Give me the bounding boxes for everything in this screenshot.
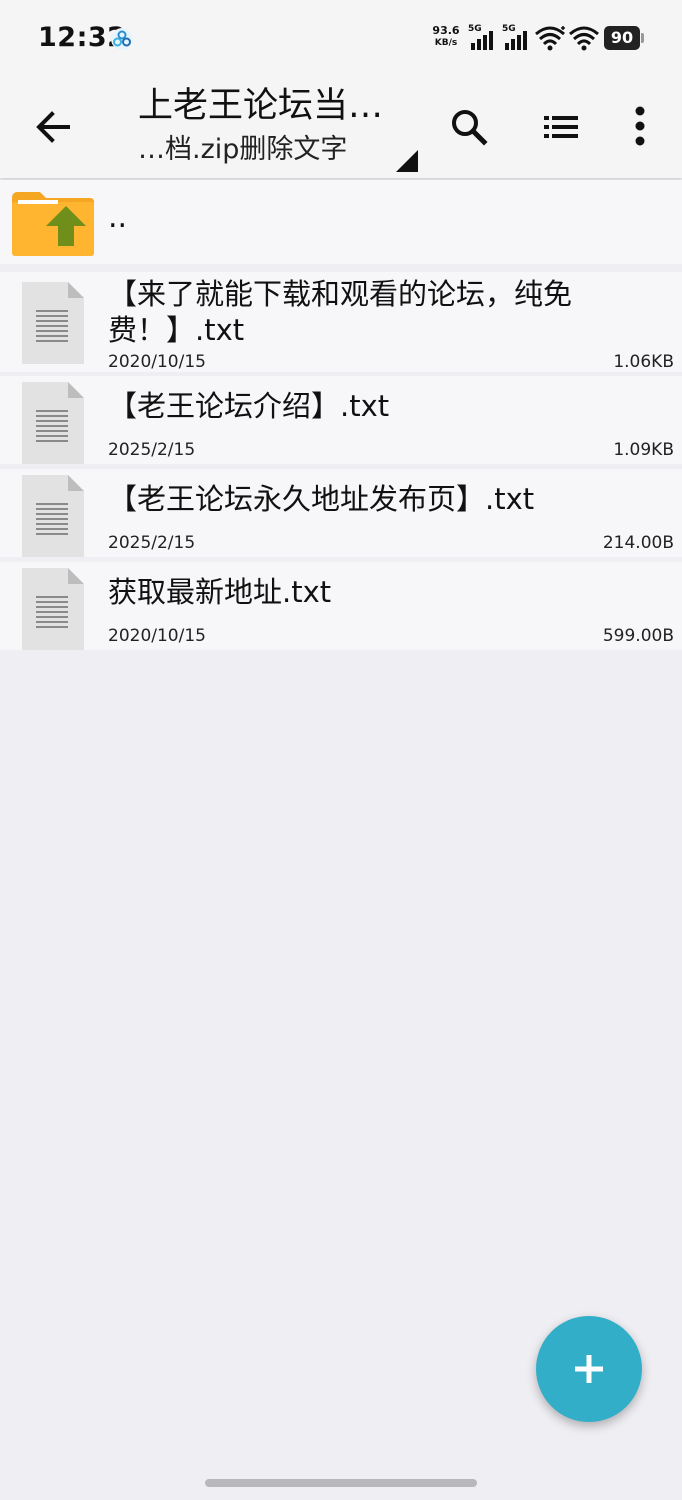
network-speed: 93.6 KB/s	[428, 25, 464, 49]
file-name: 【老王论坛永久地址发布页】.txt	[108, 482, 535, 516]
file-size: 214.00B	[602, 533, 674, 553]
signal-icon	[505, 31, 527, 50]
file-item[interactable]: 【来了就能下载和观看的论坛，纯免费！】.txt 2020/10/15 1.06K…	[0, 272, 682, 372]
wifi-icon	[569, 26, 599, 51]
parent-directory-label: ..	[108, 200, 128, 235]
network-speed-value: 93.6	[432, 24, 460, 37]
file-name: 【老王论坛介绍】.txt	[108, 389, 390, 423]
list-view-icon[interactable]	[536, 102, 586, 152]
more-vert-icon[interactable]	[615, 102, 665, 152]
network-speed-unit: KB/s	[434, 38, 458, 48]
parent-directory-row[interactable]: ..	[0, 180, 682, 264]
file-size: 1.09KB	[613, 440, 674, 460]
back-arrow-icon[interactable]	[28, 102, 78, 152]
add-button[interactable]	[536, 1316, 642, 1422]
file-date: 2020/10/15	[108, 626, 206, 646]
file-name: 获取最新地址.txt	[108, 575, 332, 609]
app-badge-icon	[111, 28, 133, 50]
signal-icon	[471, 31, 493, 50]
file-item[interactable]: 获取最新地址.txt 2020/10/15 599.00B	[0, 562, 682, 650]
page-subtitle[interactable]: …档.zip删除文字	[138, 132, 398, 168]
file-size: 599.00B	[602, 626, 674, 646]
file-name: 【来了就能下载和观看的论坛，纯免费！】.txt	[108, 277, 573, 347]
wifi-icon	[535, 26, 565, 51]
battery-icon: 90	[604, 26, 644, 50]
file-date: 2025/2/15	[108, 440, 196, 460]
text-file-icon	[22, 382, 84, 464]
dropdown-corner-icon[interactable]	[396, 150, 418, 172]
toolbar: 上老王论坛当… …档.zip删除文字	[0, 78, 682, 178]
text-file-icon	[22, 568, 84, 650]
text-file-icon	[22, 475, 84, 557]
plus-icon	[575, 1355, 603, 1383]
file-size: 1.06KB	[613, 352, 674, 372]
status-bar: 12:32 93.6 KB/s 5G 5G 90	[0, 0, 682, 78]
signal-2: 5G	[502, 24, 530, 52]
file-date: 2025/2/15	[108, 533, 196, 553]
file-date: 2020/10/15	[108, 352, 206, 372]
file-item[interactable]: 【老王论坛永久地址发布页】.txt 2025/2/15 214.00B	[0, 469, 682, 557]
signal-1: 5G	[468, 24, 496, 52]
search-icon[interactable]	[444, 102, 494, 152]
battery-level: 90	[604, 26, 640, 50]
file-item[interactable]: 【老王论坛介绍】.txt 2025/2/15 1.09KB	[0, 376, 682, 464]
folder-up-icon	[12, 192, 94, 256]
home-indicator[interactable]	[205, 1479, 477, 1487]
text-file-icon	[22, 282, 84, 364]
battery-tip	[641, 33, 644, 43]
page-title[interactable]: 上老王论坛当…	[138, 84, 438, 128]
